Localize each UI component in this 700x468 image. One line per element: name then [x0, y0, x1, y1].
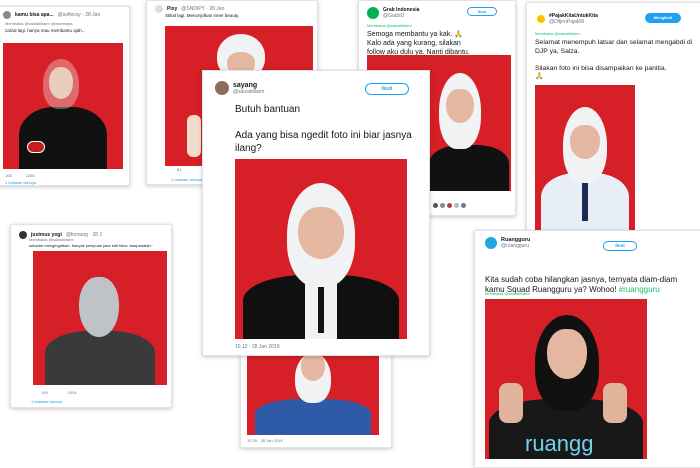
reply-to: Membalas @salzabillarm: [367, 23, 412, 28]
user-name[interactable]: Pixy: [167, 6, 177, 12]
more-replies-link[interactable]: 1 balasan lainnya: [31, 399, 62, 404]
face: [570, 125, 600, 159]
cloak: [19, 107, 107, 169]
avatar[interactable]: [19, 231, 27, 239]
tweet-card-mask: justmus yogi @foroung · 28 J Membalas @s…: [10, 224, 172, 408]
following-button[interactable]: Mengikuti: [645, 13, 681, 23]
follow-button[interactable]: Ikuti: [603, 241, 637, 251]
face: [547, 329, 587, 379]
user-name[interactable]: kamu bisa apa...: [15, 12, 54, 18]
user-handle: @DitjenPajakRI: [549, 19, 585, 25]
arm-edit: [187, 115, 201, 157]
shirt-logo-text: ruangg: [525, 431, 594, 456]
face: [298, 207, 344, 259]
tweet-text: sekadar mengingatkan, banyak penipuan ja…: [29, 243, 153, 248]
tweet-card-original: sayang @salzabillarm Ikuti Butuh bantuan…: [202, 70, 430, 356]
tweet-photo[interactable]: [247, 353, 379, 435]
tweet-time[interactable]: 10.12 - 28 Jan 2019: [235, 344, 279, 350]
more-replies-link[interactable]: 1 balasan lainnya: [171, 177, 202, 182]
djp-logo-icon[interactable]: [537, 15, 545, 23]
tweet-photo[interactable]: [535, 85, 635, 233]
tweet-stats[interactable]: 108 1260: [5, 173, 35, 178]
tie: [582, 181, 588, 221]
follow-button[interactable]: Ikuti: [365, 83, 409, 95]
user-name[interactable]: sayang: [233, 82, 264, 89]
tweet-text: Semoga membantu ya kak. 🙏 Kalo ada yang …: [367, 31, 470, 56]
tweet-photo[interactable]: [235, 159, 407, 339]
ruangguru-logo-icon[interactable]: [485, 237, 497, 249]
avatar[interactable]: [3, 11, 11, 19]
cloud-pattern: [27, 141, 45, 153]
tweet-text: Selamat menempuh latsar dan selamat meng…: [535, 39, 693, 80]
avatar[interactable]: [215, 81, 229, 95]
user-handle: @SNDIPY · 28 Jan: [181, 6, 225, 12]
more-replies-link[interactable]: 1 balasan lainnya: [5, 180, 36, 185]
tweet-stats[interactable]: 199 1004: [41, 390, 77, 395]
hashtag-link[interactable]: #ruangguru: [619, 285, 660, 294]
tweet-card-blue-uniform: 10.25 - 28 Jan 2019: [240, 350, 392, 448]
reply-to: Membalas @salzabillarm: [485, 291, 530, 296]
tweet-card-djp: #PajakKitaUntukKita @DitjenPajakRI Mengi…: [526, 2, 700, 248]
avatar[interactable]: [155, 5, 163, 13]
tweet-text: zalzal lagi, hanya mau membantu ajah...: [5, 28, 86, 33]
follow-button[interactable]: Ikuti: [467, 7, 497, 16]
face: [446, 89, 474, 123]
user-handle: @salzabillarm: [233, 88, 265, 95]
blue-uniform: [255, 399, 371, 435]
tweet-text: Butuh bantuan Ada yang bisa ngedit foto …: [235, 104, 412, 154]
user-handle: @sofiecxy · 28 Jan: [57, 12, 101, 18]
tweet-stats[interactable]: 81: [177, 167, 181, 172]
tweet-photo[interactable]: ruangg: [485, 299, 647, 459]
tweet-card-ruangguru: Ruangguru @ruangguru Ikuti Kita sudah co…: [474, 230, 700, 468]
tweet-photo[interactable]: [33, 251, 167, 385]
thumbs-up-left: [499, 383, 523, 423]
hijab: [43, 59, 79, 109]
tweet-text: Stikal lagi. Menonjolkan inner beauty.: [165, 13, 240, 18]
reply-to: Membalas @salzabillarm @maemaya: [5, 21, 73, 26]
grab-logo-icon[interactable]: [367, 7, 379, 19]
user-handle: @ruangguru: [501, 243, 529, 249]
reply-to: Membalas @salzabillarm: [29, 237, 74, 242]
reaction-avatars[interactable]: [433, 203, 466, 208]
reply-to: Membalas @salzabillarm: [535, 31, 580, 36]
tweet-card-itachi: kamu bisa apa... @sofiecxy · 28 Jan Memb…: [0, 6, 130, 186]
thumbs-up-right: [603, 383, 627, 423]
suit: [429, 145, 509, 191]
user-handle: @GrabID: [383, 13, 405, 19]
tattooed-body: [45, 331, 155, 385]
tweet-time[interactable]: 10.25 - 28 Jan 2019: [247, 438, 283, 443]
silver-mask: [79, 277, 119, 337]
tie: [318, 283, 324, 333]
tweet-photo[interactable]: [3, 43, 123, 169]
face: [301, 353, 325, 381]
